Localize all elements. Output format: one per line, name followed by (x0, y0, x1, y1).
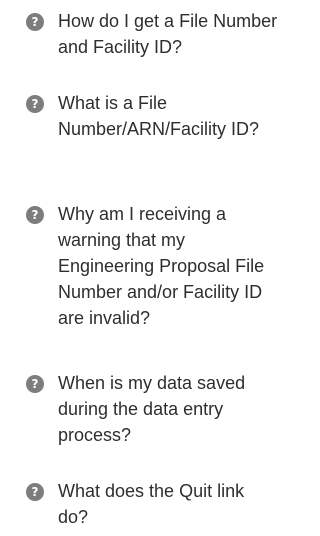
faq-link-quit[interactable]: What does the Quit link do? (58, 478, 278, 530)
question-circle-icon: ? (26, 206, 44, 224)
question-circle-icon: ? (26, 95, 44, 113)
question-circle-icon: ? (26, 13, 44, 31)
question-circle-icon: ? (26, 483, 44, 501)
faq-link-get-file-number[interactable]: How do I get a File Number and Facility … (58, 8, 278, 60)
question-circle-icon: ? (26, 375, 44, 393)
faq-link-what-is-file-number[interactable]: What is a File Number/ARN/Facility ID? (58, 90, 278, 142)
faq-link-data-saved[interactable]: When is my data saved during the data en… (58, 370, 278, 448)
faq-link-invalid-warning[interactable]: Why am I receiving a warning that my Eng… (58, 201, 278, 331)
